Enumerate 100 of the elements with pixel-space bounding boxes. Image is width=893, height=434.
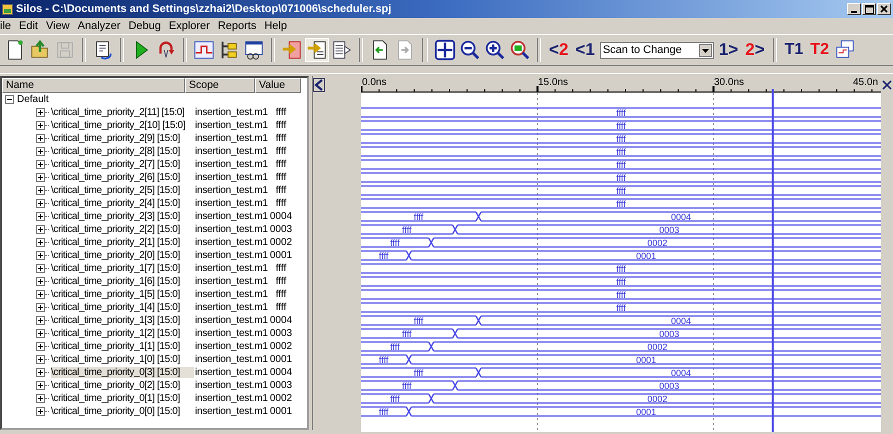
expand-icon[interactable] (36, 251, 45, 260)
zoom-area-icon[interactable] (509, 39, 531, 61)
signal-name[interactable]: \critical_time_priority_1[5] [15:0] (51, 289, 194, 300)
expand-icon[interactable] (36, 342, 45, 351)
scan-forward-button[interactable]: 2> (743, 40, 767, 60)
signal-scope: insertion_test.m1 (195, 159, 265, 170)
expand-icon[interactable] (36, 368, 45, 377)
signal-name[interactable]: \critical_time_priority_2[4] [15:0] (51, 198, 194, 209)
expand-icon[interactable] (36, 329, 45, 338)
time-cursor[interactable] (772, 89, 774, 432)
compare-windows-icon[interactable] (834, 39, 856, 61)
signal-name[interactable]: \critical_time_priority_0[0] [15:0] (51, 406, 194, 417)
collapse-icon[interactable] (5, 95, 14, 104)
signal-scope: insertion_test.m1 (195, 393, 265, 404)
waveform-value: ffff (378, 251, 388, 261)
tree-item[interactable]: Default (17, 94, 49, 105)
maximize-button[interactable] (862, 3, 876, 15)
signal-name[interactable]: \critical_time_priority_1[0] [15:0] (51, 354, 194, 365)
column-header[interactable]: Scope (185, 78, 255, 93)
signal-name[interactable]: \critical_time_priority_1[7] [15:0] (51, 263, 194, 274)
expand-icon[interactable] (36, 381, 45, 390)
column-header[interactable]: Name (2, 78, 185, 93)
signal-name[interactable]: \critical_time_priority_2[0] [15:0] (51, 250, 194, 261)
menu-item[interactable]: Explorer (164, 20, 214, 32)
menu-item[interactable]: Help (260, 20, 291, 32)
signal-scope: insertion_test.m1 (195, 341, 265, 352)
signal-name[interactable]: \critical_time_priority_2[8] [15:0] (51, 146, 194, 157)
waveform-value: 0001 (636, 407, 656, 417)
signal-name[interactable]: \critical_time_priority_2[9] [15:0] (51, 133, 194, 144)
expand-icon[interactable] (36, 407, 45, 416)
waveform-value: ffff (414, 316, 424, 326)
expand-icon[interactable] (36, 355, 45, 364)
expand-icon[interactable] (36, 303, 45, 312)
expand-icon[interactable] (36, 108, 45, 117)
signal-name[interactable]: \critical_time_priority_1[1] [15:0] (51, 341, 194, 352)
expand-icon[interactable] (36, 199, 45, 208)
close-button[interactable] (877, 3, 891, 15)
signal-name[interactable]: \critical_time_priority_1[2] [15:0] (51, 328, 194, 339)
menu-item[interactable]: Analyzer (74, 20, 124, 32)
expand-icon[interactable] (36, 173, 45, 182)
fit-view-icon[interactable] (434, 39, 456, 61)
signal-name[interactable]: \critical_time_priority_0[3] [15:0] (51, 367, 194, 378)
scan-mode-dropdown[interactable]: Scan to Change (600, 42, 714, 58)
signal-name[interactable]: \critical_time_priority_2[2] [15:0] (51, 224, 194, 235)
expand-icon[interactable] (36, 147, 45, 156)
signal-name[interactable]: \critical_time_priority_1[4] [15:0] (51, 302, 194, 313)
signal-name[interactable]: \critical_time_priority_0[2] [15:0] (51, 380, 194, 391)
expand-icon[interactable] (36, 160, 45, 169)
menu-item[interactable]: Debug (124, 20, 165, 32)
signal-scope: insertion_test.m1 (195, 315, 265, 326)
expand-icon[interactable] (36, 316, 45, 325)
expand-icon[interactable] (36, 238, 45, 247)
minimize-button[interactable] (847, 3, 861, 15)
window-icon[interactable] (243, 39, 265, 61)
signal-name[interactable]: \critical_time_priority_0[1] [15:0] (51, 393, 194, 404)
zoom-out-icon[interactable] (459, 39, 481, 61)
signal-name[interactable]: \critical_time_priority_1[3] [15:0] (51, 315, 194, 326)
import-icon[interactable] (281, 39, 303, 61)
waveform-value: ffff (616, 290, 626, 300)
expand-icon[interactable] (36, 186, 45, 195)
import-list-icon[interactable] (306, 39, 328, 61)
expand-icon[interactable] (36, 290, 45, 299)
signal-value: ffff (274, 172, 288, 183)
export-list-icon[interactable] (331, 39, 353, 61)
close-icon[interactable] (882, 80, 892, 90)
signal-name[interactable]: \critical_time_priority_2[10] [15:0] (51, 120, 194, 131)
signal-name[interactable]: \critical_time_priority_2[7] [15:0] (51, 159, 194, 170)
signal-value: 0001 (268, 354, 294, 365)
open-folder-icon[interactable] (29, 39, 51, 61)
expand-icon[interactable] (36, 394, 45, 403)
menu-item[interactable]: Edit (15, 20, 42, 32)
expand-icon[interactable] (36, 225, 45, 234)
signal-scope: insertion_test.m1 (195, 237, 265, 248)
column-header[interactable]: Value (255, 78, 301, 93)
signal-name[interactable]: \critical_time_priority_1[6] [15:0] (51, 276, 194, 287)
expand-icon[interactable] (36, 134, 45, 143)
waveform-value: 0002 (647, 238, 668, 248)
signal-value: 0003 (268, 380, 294, 391)
scan-forward-button[interactable]: 1> (716, 40, 740, 60)
expand-icon[interactable] (36, 212, 45, 221)
scroll-left-icon[interactable] (313, 78, 325, 92)
waveform-value: ffff (402, 329, 412, 339)
expand-icon[interactable] (36, 264, 45, 273)
signal-name[interactable]: \critical_time_priority_2[3] [15:0] (51, 211, 194, 222)
signal-value: ffff (274, 198, 288, 209)
expand-icon[interactable] (36, 277, 45, 286)
signal-name[interactable]: \critical_time_priority_2[5] [15:0] (51, 185, 194, 196)
marker-button[interactable]: T1 (782, 41, 806, 59)
waveform-value: 0004 (671, 212, 692, 222)
waveform-icon[interactable] (193, 39, 215, 61)
expand-icon[interactable] (36, 121, 45, 130)
signal-name[interactable]: \critical_time_priority_2[1] [15:0] (51, 237, 194, 248)
signal-name[interactable]: \critical_time_priority_2[6] [15:0] (51, 172, 194, 183)
scan-back-button[interactable]: <2 (547, 40, 570, 60)
menu-item[interactable]: View (42, 20, 74, 32)
zoom-in-icon[interactable] (484, 39, 506, 61)
menu-item[interactable]: Reports (214, 20, 260, 32)
signal-name[interactable]: \critical_time_priority_2[11] [15:0] (51, 107, 194, 118)
scan-back-button[interactable]: <1 (573, 40, 597, 60)
menu-item[interactable]: ile (0, 20, 16, 32)
